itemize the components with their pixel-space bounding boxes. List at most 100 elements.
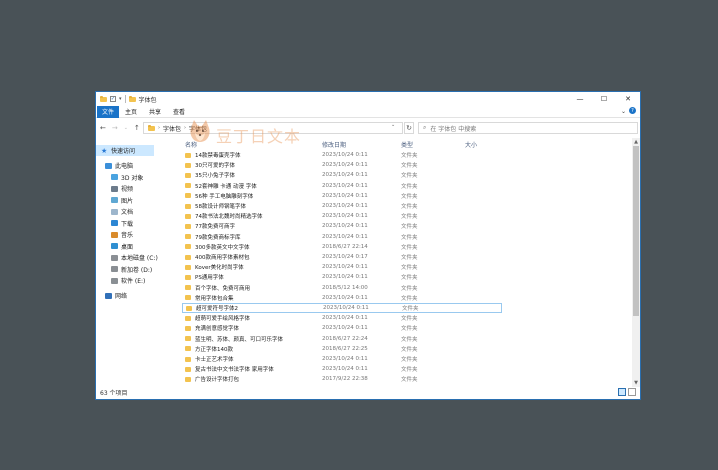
- file-row[interactable]: 百个字体、免费可商用 2018/5/12 14:00 文件夹: [182, 283, 502, 293]
- sidebar-item-documents[interactable]: 文档: [111, 206, 133, 217]
- column-header-size[interactable]: 大小: [465, 138, 477, 150]
- file-row[interactable]: 30只可爱的字体 2023/10/24 0:11 文件夹: [182, 160, 502, 170]
- folder-icon: [185, 274, 191, 280]
- help-icon[interactable]: ?: [629, 107, 636, 114]
- sidebar-item-downloads[interactable]: 下载: [111, 218, 133, 229]
- file-row[interactable]: PS通用字体 2023/10/24 0:11 文件夹: [182, 272, 502, 282]
- column-header-date[interactable]: 修改日期: [322, 138, 346, 150]
- file-type: 文件夹: [401, 163, 418, 170]
- sidebar-item-label: 图片: [121, 197, 134, 205]
- file-date: 2023/10/24 0:11: [322, 213, 368, 220]
- back-arrow-icon[interactable]: ←: [100, 124, 106, 132]
- folder-icon: [185, 162, 191, 168]
- sidebar-item-quick-access[interactable]: ★ 快速访问: [96, 145, 154, 156]
- file-row[interactable]: 广告设计字体打包 2017/9/22 22:38 文件夹: [182, 374, 502, 384]
- file-type: 文件夹: [401, 316, 418, 323]
- expand-ribbon-icon[interactable]: ⌄: [621, 108, 626, 115]
- refresh-icon[interactable]: ↻: [404, 122, 414, 134]
- file-name: 广告设计字体打包: [185, 375, 239, 383]
- file-row[interactable]: 14款禁毒蛋壳字体 2023/10/24 0:11 文件夹: [182, 150, 502, 160]
- vertical-scrollbar[interactable]: ▲ ▼: [632, 138, 640, 387]
- file-type: 文件夹: [401, 153, 418, 160]
- sidebar-item-3d-objects[interactable]: 3D 对象: [111, 172, 143, 183]
- file-explorer-window: ✓ ▾ 字体包 — ☐ ✕ 文件 主页 共享 查看 ⌄ ? ← → ⌄ ↑ › …: [95, 91, 641, 400]
- tab-share[interactable]: 共享: [143, 106, 167, 118]
- folder-icon: [185, 356, 191, 362]
- search-icon: ⌕: [423, 124, 427, 131]
- file-type: 文件夹: [401, 295, 418, 302]
- sidebar-item-drive-d[interactable]: 新加卷 (D:): [111, 264, 152, 275]
- folder-icon: [185, 346, 191, 352]
- file-row[interactable]: 蓝生明、苏体、颜真、可口可乐字体 2018/6/27 22:24 文件夹: [182, 334, 502, 344]
- breadcrumb-separator-icon[interactable]: ›: [184, 125, 186, 131]
- file-type: 文件夹: [401, 285, 418, 292]
- file-row[interactable]: 300多款英文中文字体 2018/6/27 22:14 文件夹: [182, 242, 502, 252]
- search-input[interactable]: ⌕ 在 字体包 中搜索: [418, 122, 638, 134]
- file-date: 2023/10/24 0:11: [322, 315, 368, 322]
- breadcrumb-item[interactable]: 字体包: [163, 124, 181, 133]
- address-dropdown-icon[interactable]: ⌄: [391, 122, 395, 128]
- sidebar-item-this-pc[interactable]: 此电脑: [105, 160, 133, 171]
- file-row[interactable]: 卡士正艺术字体 2023/10/24 0:11 文件夹: [182, 354, 502, 364]
- sidebar-item-music[interactable]: 音乐: [111, 229, 133, 240]
- file-row[interactable]: 74款书法北魏时尚精选字体 2023/10/24 0:11 文件夹: [182, 211, 502, 221]
- maximize-button[interactable]: ☐: [592, 92, 616, 106]
- file-row[interactable]: 58款设计师钢笔字体 2023/10/24 0:11 文件夹: [182, 201, 502, 211]
- file-name-text: 52套神雕 卡通 动漫 字体: [195, 183, 257, 190]
- file-type: 文件夹: [401, 255, 418, 262]
- breadcrumb-item[interactable]: 字体包: [189, 124, 207, 133]
- file-name: 30只可爱的字体: [185, 161, 235, 169]
- scrollbar-thumb[interactable]: [633, 146, 639, 316]
- details-view-icon[interactable]: [618, 388, 626, 396]
- sidebar-item-drive-e[interactable]: 软件 (E:): [111, 275, 145, 286]
- sidebar-item-network[interactable]: 网络: [105, 290, 127, 301]
- file-row[interactable]: 方正字体140款 2018/6/27 22:25 文件夹: [182, 344, 502, 354]
- column-header-type[interactable]: 类型: [401, 138, 413, 150]
- breadcrumb-separator-icon[interactable]: ›: [158, 125, 160, 131]
- file-row[interactable]: 56种 手工电脑雕刻字体 2023/10/24 0:11 文件夹: [182, 191, 502, 201]
- file-row[interactable]: 超萌可爱手绘风格字体 2023/10/24 0:11 文件夹: [182, 313, 502, 323]
- file-row[interactable]: Kover美化时尚字体 2023/10/24 0:11 文件夹: [182, 262, 502, 272]
- file-name: 58款设计师钢笔字体: [185, 202, 246, 210]
- file-row[interactable]: 充满创意感觉字体 2023/10/24 0:11 文件夹: [182, 323, 502, 333]
- close-button[interactable]: ✕: [616, 92, 640, 106]
- tab-file[interactable]: 文件: [97, 105, 119, 118]
- file-row[interactable]: 超可爱符号字体2 2023/10/24 0:11 文件夹: [182, 303, 502, 314]
- sort-ascending-icon: ^: [252, 138, 257, 141]
- file-row[interactable]: 79款免费商标字库 2023/10/24 0:11 文件夹: [182, 232, 502, 242]
- forward-arrow-icon[interactable]: →: [112, 124, 118, 132]
- file-name-text: 常用字体包合集: [195, 295, 234, 302]
- file-row[interactable]: 77款免费可商字 2023/10/24 0:11 文件夹: [182, 221, 502, 231]
- folder-icon: [186, 305, 192, 311]
- properties-icon[interactable]: ✓: [110, 96, 116, 102]
- file-row[interactable]: 52套神雕 卡通 动漫 字体 2023/10/24 0:11 文件夹: [182, 181, 502, 191]
- sidebar-item-drive-c[interactable]: 本地磁盘 (C:): [111, 252, 158, 263]
- music-icon: [111, 231, 118, 238]
- file-row[interactable]: 复古书法中文书法字体 家用字体 2023/10/24 0:11 文件夹: [182, 364, 502, 374]
- sidebar-item-label: 视频: [121, 186, 134, 193]
- sidebar-item-videos[interactable]: 视频: [111, 183, 133, 194]
- sidebar-item-desktop[interactable]: 桌面: [111, 241, 133, 252]
- file-row[interactable]: 400款商用字体素材包 2023/10/24 0:17 文件夹: [182, 252, 502, 262]
- file-date: 2018/6/27 22:14: [322, 243, 368, 250]
- up-arrow-icon[interactable]: ↑: [134, 124, 140, 132]
- tab-view[interactable]: 查看: [167, 106, 191, 118]
- quick-access-dropdown-icon[interactable]: ▾: [119, 96, 122, 102]
- scroll-up-icon[interactable]: ▲: [632, 138, 640, 146]
- star-icon: ★: [101, 146, 108, 155]
- folder-icon: [185, 244, 191, 250]
- large-icons-view-icon[interactable]: [628, 388, 636, 396]
- column-header-name[interactable]: 名称: [185, 138, 197, 150]
- file-date: 2018/6/27 22:25: [322, 345, 368, 352]
- minimize-button[interactable]: —: [568, 92, 592, 106]
- folder-icon: [100, 95, 107, 102]
- tab-home[interactable]: 主页: [119, 106, 143, 118]
- file-row[interactable]: 常用字体包合集 2023/10/24 0:11 文件夹: [182, 293, 502, 303]
- file-name: 35只小兔子字体: [185, 171, 235, 179]
- file-name-text: 74款书法北魏时尚精选字体: [195, 214, 263, 221]
- address-bar[interactable]: › 字体包 › 字体包: [143, 122, 403, 134]
- sidebar-item-pictures[interactable]: 图片: [111, 195, 133, 206]
- file-row[interactable]: 35只小兔子字体 2023/10/24 0:11 文件夹: [182, 170, 502, 180]
- disk-icon: [111, 277, 118, 284]
- recent-locations-icon[interactable]: ⌄: [124, 125, 128, 131]
